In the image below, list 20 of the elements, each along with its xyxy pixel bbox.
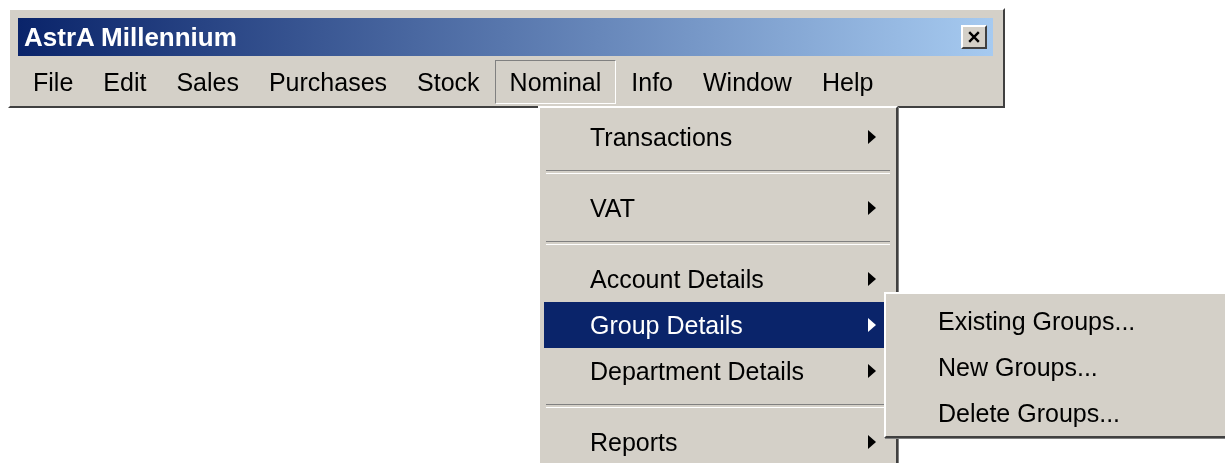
close-icon xyxy=(968,31,980,43)
menu-item[interactable]: Stock xyxy=(402,60,495,104)
menu-option[interactable]: Delete Groups... xyxy=(890,390,1221,436)
menu-item[interactable]: File xyxy=(18,60,89,104)
window-title: AstrA Millennium xyxy=(24,21,237,53)
menu-item[interactable]: Window xyxy=(688,60,807,104)
menu-option[interactable]: Transactions xyxy=(544,114,892,160)
close-button[interactable] xyxy=(961,25,987,49)
menu-item[interactable]: Edit xyxy=(88,60,162,104)
menu-option[interactable]: Existing Groups... xyxy=(890,298,1221,344)
menu-option[interactable]: New Groups... xyxy=(890,344,1221,390)
menu-item[interactable]: Sales xyxy=(161,60,254,104)
menu-option[interactable]: Department Details xyxy=(544,348,892,394)
menu-option[interactable]: Reports xyxy=(544,419,892,463)
menu-item[interactable]: Nominal xyxy=(494,60,617,104)
menu-item[interactable]: Info xyxy=(616,60,688,104)
menu-option[interactable]: Account Details xyxy=(544,256,892,302)
menu-item[interactable]: Help xyxy=(806,60,889,104)
menu-item[interactable]: Purchases xyxy=(253,60,403,104)
menu-option[interactable]: VAT xyxy=(544,185,892,231)
